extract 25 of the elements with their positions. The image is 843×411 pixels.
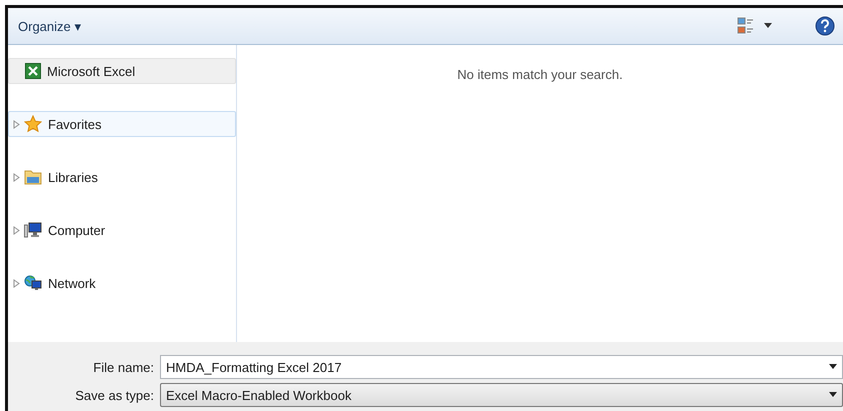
computer-icon — [24, 222, 42, 238]
sidebar-item[interactable]: Favorites — [8, 111, 236, 137]
view-icon — [737, 17, 755, 35]
help-icon[interactable] — [815, 16, 835, 36]
sidebar-item[interactable]: Network — [8, 270, 236, 296]
type-dropdown[interactable]: Excel Macro-Enabled Workbook — [160, 383, 843, 407]
caret-icon — [828, 392, 838, 398]
caret-icon — [828, 364, 838, 370]
sidebar-item[interactable]: Computer — [8, 217, 236, 243]
expand-arrow-icon[interactable] — [13, 172, 20, 182]
caret-icon — [763, 23, 773, 29]
field-label: Save as type: — [74, 388, 155, 402]
folder-icon — [24, 169, 42, 185]
network-icon — [24, 275, 42, 291]
field-label: File name: — [92, 360, 155, 374]
spreadsheet-icon — [25, 63, 41, 79]
expand-arrow-icon[interactable] — [13, 120, 20, 128]
empty-message: No items match your search. — [457, 67, 623, 84]
organize-button[interactable]: Organize ▾ — [14, 14, 86, 38]
sidebar-item[interactable]: Microsoft Excel — [8, 58, 236, 84]
sidebar-item[interactable]: Libraries — [8, 164, 236, 190]
expand-arrow-icon[interactable] — [13, 226, 20, 234]
filename-field[interactable]: HMDA_Formatting Excel 2017 — [160, 355, 843, 379]
star-icon — [24, 115, 42, 133]
expand-arrow-icon[interactable] — [13, 278, 20, 288]
